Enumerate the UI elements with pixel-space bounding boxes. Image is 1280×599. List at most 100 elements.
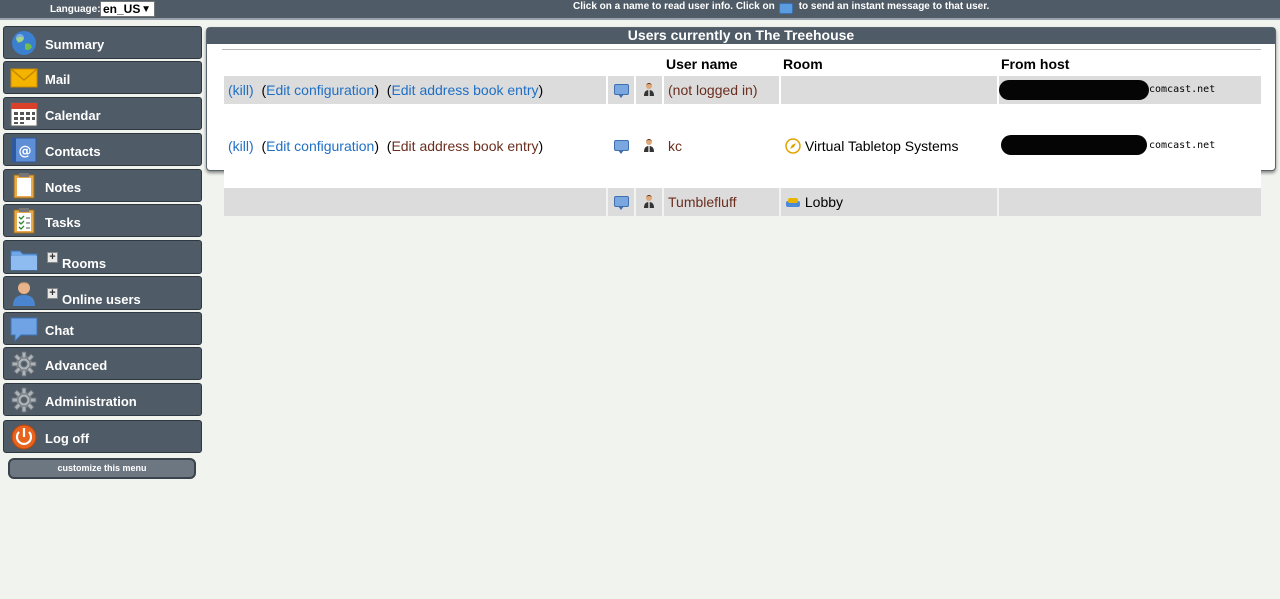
globe-icon [12,31,36,55]
room-cell [781,76,997,104]
room-cell: Virtual Tabletop Systems [781,132,997,160]
hint-text-before: Click on a name to read user info. Click… [573,1,775,13]
clipboard-checklist-icon [13,208,35,234]
sidebar-item-label: Contacts [45,144,101,159]
sidebar-item-mail[interactable]: Mail [3,61,202,94]
send-message-cell[interactable] [608,188,634,216]
divider [222,49,1261,50]
column-header-host: From host [1001,56,1070,72]
panel-title: Users currently on The Treehouse [207,28,1275,44]
user-name-link[interactable]: (not logged in) [668,82,758,98]
notepad-icon [13,173,35,199]
user-name-cell: (not logged in) [664,76,779,104]
user-icon[interactable] [643,138,655,152]
chat-icon[interactable] [613,84,629,98]
calendar-icon [10,102,38,127]
language-value: en_US [103,2,141,16]
kill-link[interactable]: kill [233,82,249,98]
sidebar-item-label: Advanced [45,358,108,373]
host-name: comcast.net [1149,84,1216,95]
sidebar-item-label: Administration [45,394,137,409]
language-select[interactable]: en_US ▼ [100,1,155,17]
gear-icon [11,387,37,413]
table-row: (kill) (Edit configuration) (Edit addres… [224,76,1261,104]
room-cell: Lobby [781,188,997,216]
expand-online-users-button[interactable]: + [47,288,58,299]
chat-icon [778,3,793,14]
power-icon [11,424,37,450]
sidebar-item-label: Tasks [45,215,81,230]
sidebar-item-chat[interactable]: Chat [3,312,202,345]
row-actions: (kill) (Edit configuration) (Edit addres… [224,132,606,160]
column-header-user: User name [666,56,738,72]
edit-configuration-link[interactable]: Edit configuration [266,138,374,154]
host-cell [999,188,1261,216]
user-name-link[interactable]: kc [668,138,682,154]
sidebar-item-label: Online users [62,292,141,307]
redacted-host-mark [1001,135,1147,155]
edit-address-book-link[interactable]: Edit address book entry [391,82,538,98]
user-icon[interactable] [643,194,655,208]
user-icon[interactable] [643,82,655,96]
online-users-panel: Users currently on The Treehouse User na… [206,27,1276,216]
sidebar-item-label: Calendar [45,108,101,123]
kill-link[interactable]: kill [233,138,249,154]
sidebar-item-advanced[interactable]: Advanced [3,347,202,380]
sidebar-item-calendar[interactable]: Calendar [3,97,202,130]
sidebar-item-online-users[interactable]: + Online users [3,276,202,310]
sidebar-item-contacts[interactable]: @ Contacts [3,133,202,166]
chevron-down-icon: ▼ [141,4,151,15]
host-name: comcast.net [1149,140,1216,151]
users-table: User name Room From host (kill) (Edit co… [222,52,1263,216]
edit-configuration-link[interactable]: Edit configuration [266,82,374,98]
table-header-row: User name Room From host [224,52,1261,76]
sidebar-item-label: Rooms [62,256,107,271]
compass-icon [785,138,801,154]
chat-icon[interactable] [613,140,629,154]
redacted-host-mark [999,80,1149,100]
user-info-cell[interactable] [636,76,662,104]
host-cell: comcast.net [999,76,1261,104]
user-name-cell: kc [664,132,779,160]
sidebar-item-summary[interactable]: Summary [3,26,202,59]
room-name: Virtual Tabletop Systems [804,138,959,154]
folder-icon [10,250,38,271]
sidebar-item-label: Mail [45,72,71,87]
language-label: Language: [50,4,101,15]
chat-icon[interactable] [613,196,629,210]
host-cell: comcast.net [999,132,1261,160]
sidebar-item-tasks[interactable]: Tasks [3,204,202,237]
sidebar-item-rooms[interactable]: + Rooms [3,240,202,274]
top-bar: Language: en_US ▼ Click on a name to rea… [0,0,1280,20]
table-row: (kill) (Edit configuration) (Edit addres… [224,132,1261,160]
send-message-cell[interactable] [608,76,634,104]
sidebar-item-log-off[interactable]: Log off [3,420,202,453]
customize-menu-button[interactable]: customize this menu [8,458,196,479]
sidebar-item-label: Notes [45,180,82,195]
sidebar-item-label: Log off [45,431,90,446]
table-row: Tumblefluff Lobby [224,188,1261,216]
user-name-link[interactable]: Tumblefluff [668,194,736,210]
speech-bubble-icon [10,317,38,342]
user-info-cell[interactable] [636,132,662,160]
send-message-cell[interactable] [608,132,634,160]
hint-text-after: to send an instant message to that user. [798,1,990,13]
gear-icon [11,351,37,377]
sidebar-item-label: Summary [45,37,105,52]
instructions-hint: Click on a name to read user info. Click… [573,1,990,14]
address-book-icon: @ [12,137,37,163]
envelope-icon [10,68,38,88]
room-name: Lobby [804,194,844,210]
row-actions [224,188,606,216]
user-info-cell[interactable] [636,188,662,216]
expand-rooms-button[interactable]: + [47,252,58,263]
column-header-room: Room [783,56,823,72]
user-icon [13,282,35,306]
edit-address-book-link[interactable]: Edit address book entry [391,138,538,154]
lobby-sofa-icon [786,198,800,207]
row-actions: (kill) (Edit configuration) (Edit addres… [224,76,606,104]
svg-text:@: @ [19,144,32,159]
sidebar-item-label: Chat [45,323,74,338]
sidebar-item-administration[interactable]: Administration [3,383,202,416]
sidebar-item-notes[interactable]: Notes [3,169,202,202]
